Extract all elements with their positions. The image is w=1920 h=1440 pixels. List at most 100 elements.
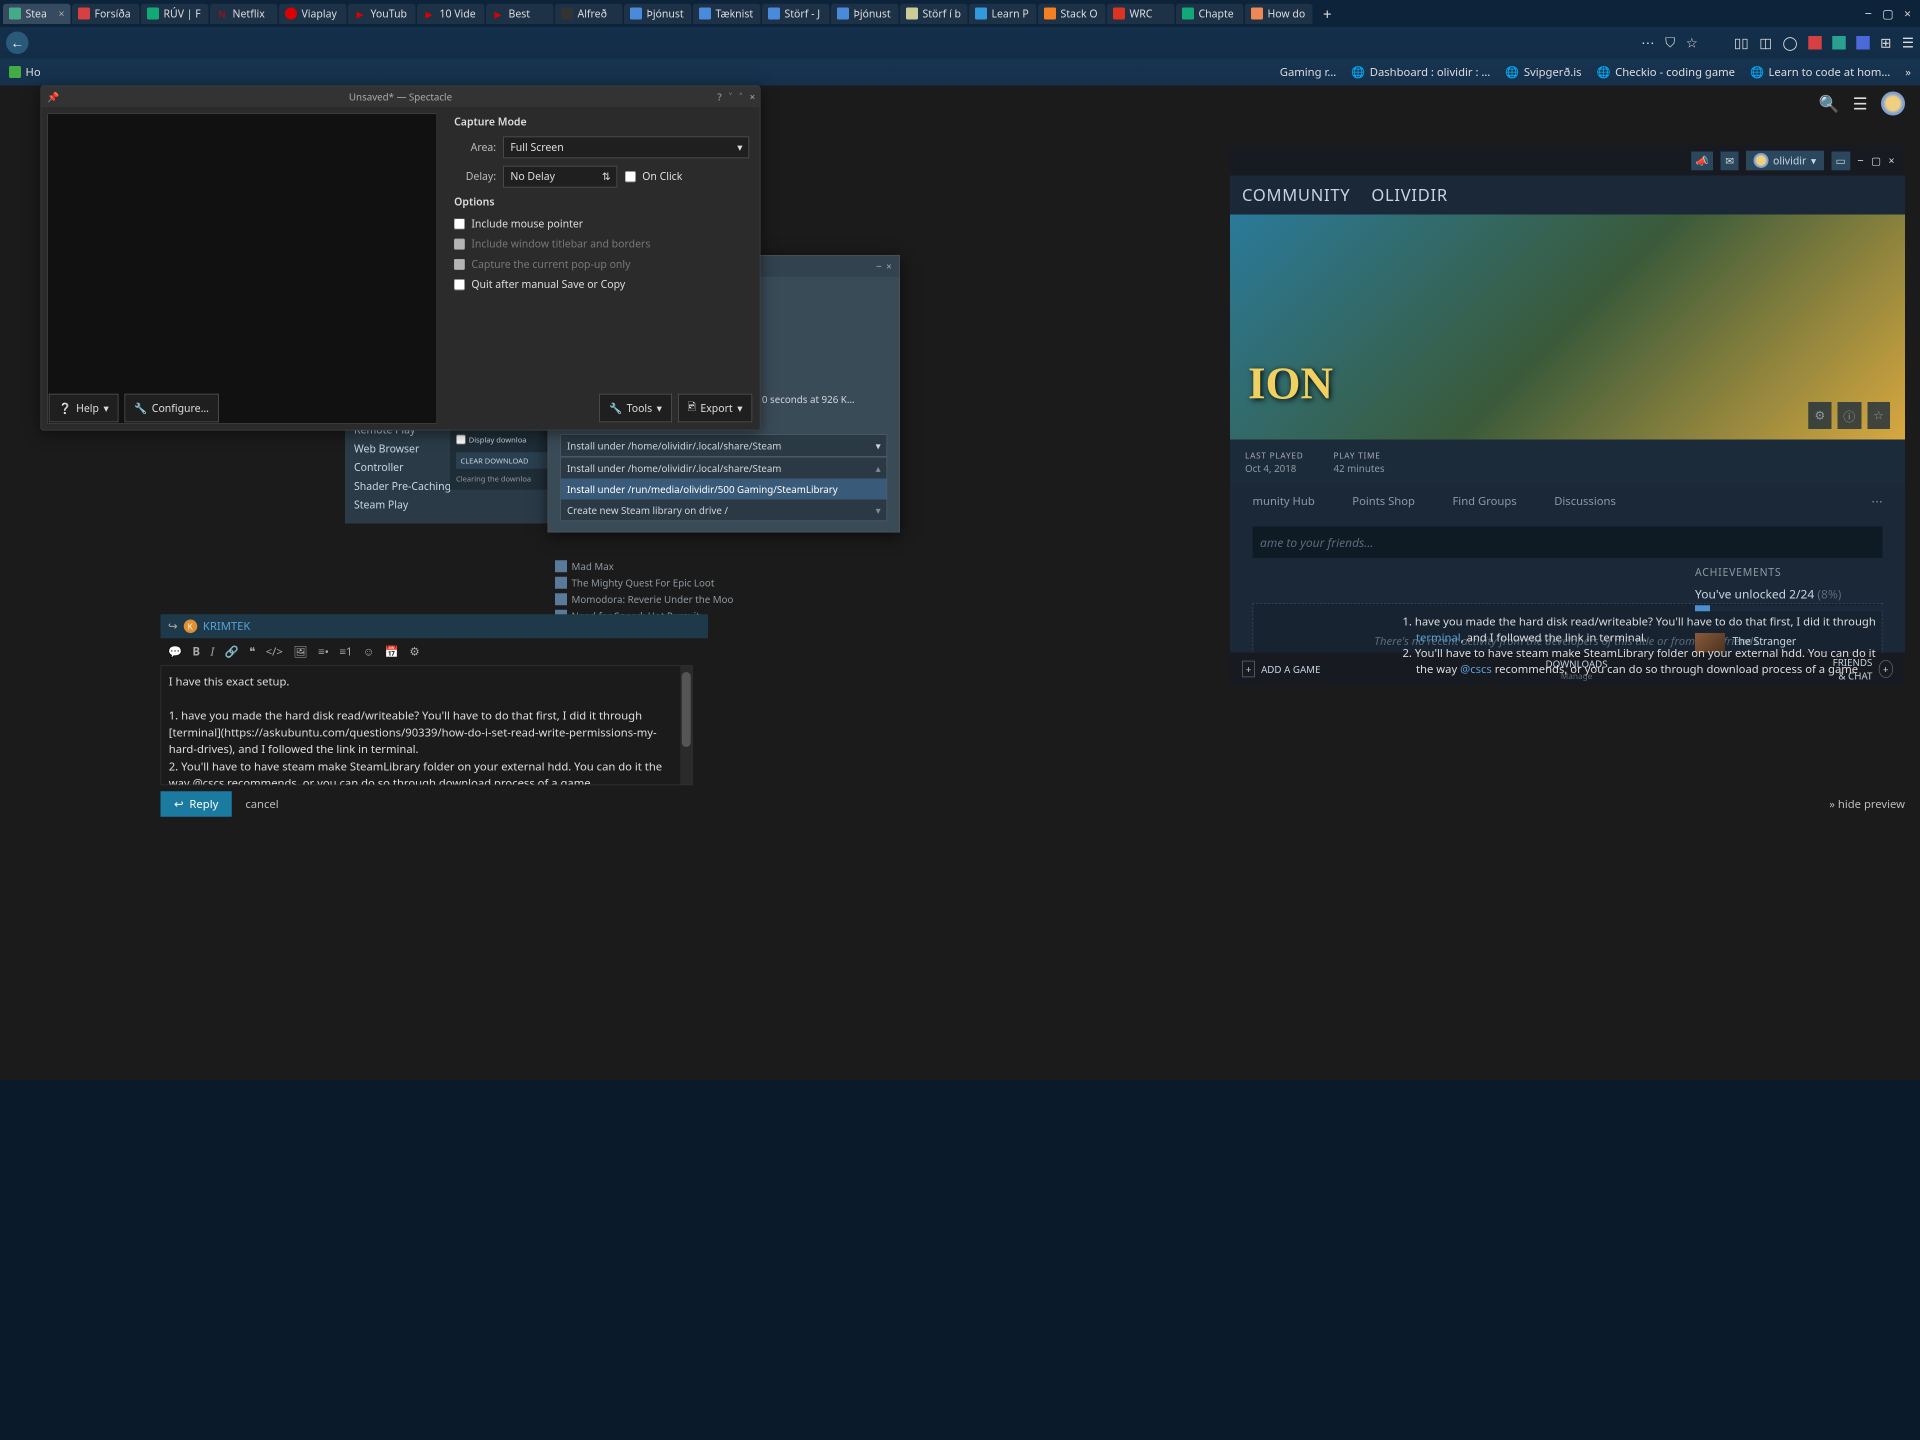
close-icon[interactable]: ×: [886, 260, 892, 274]
browser-tab[interactable]: Forsíða: [72, 3, 140, 23]
bold-icon[interactable]: B: [193, 644, 200, 659]
terminal-link[interactable]: terminal: [1416, 630, 1461, 645]
view-icon[interactable]: ▭: [1831, 151, 1850, 170]
link-icon[interactable]: 🔗: [225, 644, 239, 659]
forum-username[interactable]: KRIMTEK: [203, 619, 250, 634]
subnav-hub[interactable]: munity Hub: [1253, 494, 1315, 509]
emoji-icon[interactable]: ☺: [363, 644, 374, 659]
reply-arrow-icon[interactable]: ↪: [168, 619, 177, 634]
browser-tab[interactable]: Þjónust: [624, 3, 692, 23]
maximize-icon[interactable]: ▢: [1882, 5, 1893, 22]
minimize-icon[interactable]: ˅: [729, 90, 732, 104]
info-icon[interactable]: ⓘ: [1837, 402, 1861, 429]
friend-recommend-input[interactable]: ame to your friends…: [1253, 527, 1883, 559]
overflow-icon[interactable]: ⋯: [1641, 34, 1655, 52]
minimize-icon[interactable]: ‒: [876, 260, 882, 274]
install-location-option[interactable]: Create new Steam library on drive /▾: [561, 500, 887, 521]
scrollbar-thumb[interactable]: [682, 672, 691, 747]
browser-tab[interactable]: RÚV | F: [141, 3, 209, 23]
ext-icon[interactable]: [1808, 36, 1822, 50]
help-button[interactable]: ❔Help▾: [49, 394, 119, 423]
subnav-points[interactable]: Points Shop: [1352, 494, 1415, 509]
browser-tab[interactable]: Störf - J: [762, 3, 830, 23]
star-icon[interactable]: ☆: [1686, 34, 1698, 52]
menu-icon[interactable]: ☰: [1902, 34, 1914, 52]
gear-icon[interactable]: ⚙: [409, 644, 419, 659]
browser-tab[interactable]: WRC: [1107, 3, 1175, 23]
browser-tab[interactable]: Viaplay: [279, 3, 347, 23]
new-tab-button[interactable]: +: [1314, 3, 1341, 23]
star-icon[interactable]: ☆: [1867, 402, 1890, 429]
bookmark-item[interactable]: 🌐Svipgerð.is: [1505, 65, 1581, 80]
ul-icon[interactable]: ≡•: [318, 644, 329, 659]
scrollbar[interactable]: [680, 666, 692, 785]
configure-button[interactable]: 🔧Configure…: [124, 394, 218, 423]
code-icon[interactable]: </>: [266, 644, 283, 659]
bookmark-item[interactable]: Gaming r…: [1280, 65, 1336, 80]
bookmark-item[interactable]: 🌐Dashboard : olividir : …: [1351, 65, 1490, 80]
browser-tab[interactable]: NNetflix: [210, 3, 278, 23]
gear-icon[interactable]: ⚙: [1808, 402, 1831, 429]
maximize-icon[interactable]: ▢: [1871, 153, 1881, 167]
install-location-select[interactable]: Install under /home/olividir/.local/shar…: [560, 434, 887, 457]
settings-item[interactable]: Steam Play: [354, 496, 539, 515]
menu-icon[interactable]: ☰: [1853, 92, 1868, 115]
mention-link[interactable]: @cscs: [1460, 662, 1492, 677]
steam-nav-community[interactable]: COMMUNITY: [1242, 184, 1350, 207]
account-icon[interactable]: ◯: [1782, 34, 1797, 52]
subnav-groups[interactable]: Find Groups: [1452, 494, 1516, 509]
browser-tab[interactable]: ▶10 Vide: [417, 3, 485, 23]
bookmark-item[interactable]: Ho: [9, 65, 41, 80]
browser-tab[interactable]: Tæknist: [693, 3, 761, 23]
subnav-discuss[interactable]: Discussions: [1554, 494, 1616, 509]
browser-tab[interactable]: How do: [1245, 3, 1313, 23]
browser-tab[interactable]: Stack O: [1038, 3, 1106, 23]
ext-icon[interactable]: [1856, 36, 1870, 50]
bookmark-item[interactable]: 🌐Checkio - coding game: [1597, 65, 1735, 80]
area-select[interactable]: Full Screen▾: [504, 137, 750, 159]
cancel-link[interactable]: cancel: [245, 797, 278, 812]
hide-preview-link[interactable]: » hide preview: [1829, 797, 1905, 812]
calendar-icon[interactable]: 📅: [385, 644, 399, 659]
browser-tab[interactable]: Alfreð: [555, 3, 623, 23]
browser-tab[interactable]: ▶Best: [486, 3, 554, 23]
help-icon[interactable]: ?: [717, 90, 721, 104]
maximize-icon[interactable]: ˄: [739, 90, 742, 104]
bookmarks-overflow-icon[interactable]: »: [1905, 65, 1911, 80]
game-list-item[interactable]: The Mighty Quest For Epic Loot: [555, 575, 750, 592]
ext-grid-icon[interactable]: ⊞: [1880, 34, 1891, 52]
announce-icon[interactable]: 📣: [1691, 151, 1713, 170]
browser-tab[interactable]: Þjónust: [831, 3, 899, 23]
search-icon[interactable]: 🔍: [1819, 92, 1840, 115]
pin-icon[interactable]: 📌: [47, 90, 59, 104]
avatar[interactable]: [1881, 92, 1905, 116]
minimize-icon[interactable]: ‒: [1858, 153, 1864, 167]
reply-button[interactable]: ↩Reply: [161, 791, 232, 817]
close-icon[interactable]: ×: [1904, 5, 1911, 22]
install-location-option[interactable]: Install under /run/media/olividir/500 Ga…: [561, 479, 887, 500]
quote-icon[interactable]: 💬: [168, 644, 182, 659]
display-download-checkbox[interactable]: [456, 434, 466, 445]
blockquote-icon[interactable]: ❝: [249, 644, 255, 659]
game-list-item[interactable]: Mad Max: [555, 558, 750, 575]
more-icon[interactable]: ⋯: [1871, 494, 1882, 509]
ext-icon[interactable]: [1832, 36, 1846, 50]
game-list-item[interactable]: Momodora: Reverie Under the Moo: [555, 591, 750, 608]
forum-editor[interactable]: I have this exact setup. 1. have you mad…: [161, 665, 694, 785]
browser-tab[interactable]: Chapte: [1176, 3, 1244, 23]
close-icon[interactable]: ×: [1888, 153, 1894, 167]
tools-button[interactable]: 🔧Tools▾: [599, 394, 671, 423]
include-pointer-checkbox[interactable]: [454, 218, 465, 229]
clear-download-button[interactable]: CLEAR DOWNLOAD: [456, 452, 549, 469]
bookmark-item[interactable]: 🌐Learn to code at hom…: [1750, 65, 1890, 80]
steam-user-menu[interactable]: olividir▾: [1746, 151, 1824, 171]
minimize-icon[interactable]: ‒: [1865, 5, 1872, 22]
steam-nav-user[interactable]: OLIVIDIR: [1371, 184, 1448, 207]
browser-tab[interactable]: Störf í b: [900, 3, 968, 23]
install-location-option[interactable]: Install under /home/olividir/.local/shar…: [561, 458, 887, 479]
browser-tab[interactable]: Learn P: [969, 3, 1037, 23]
export-button[interactable]: 🖻Export▾: [678, 394, 753, 423]
back-button[interactable]: ←: [6, 32, 29, 55]
on-click-checkbox[interactable]: [625, 171, 636, 182]
image-icon[interactable]: 🖼: [293, 644, 307, 659]
